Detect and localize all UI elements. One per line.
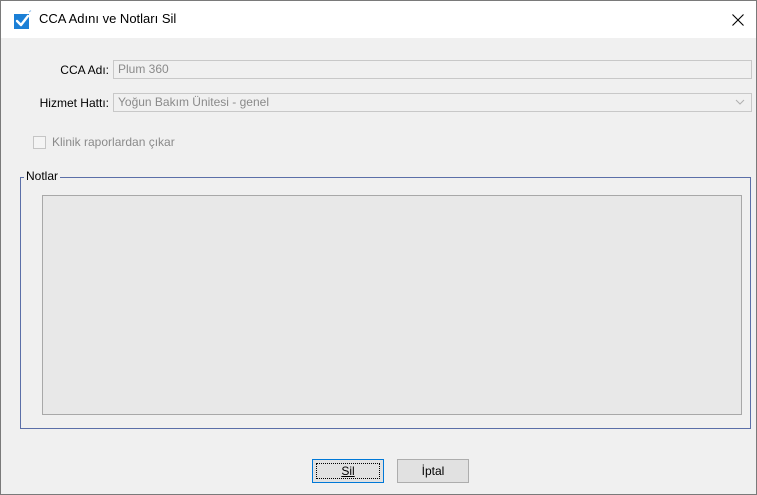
- dialog-window: CCA Adını ve Notları Sil CCA Adı: Plum 3…: [0, 0, 757, 495]
- exclude-reports-label[interactable]: Klinik raporlardan çıkar: [52, 135, 175, 149]
- cca-name-value: Plum 360: [118, 62, 169, 76]
- service-line-select[interactable]: Yoğun Bakım Ünitesi - genel: [113, 93, 752, 112]
- delete-button-label: Sil: [341, 464, 355, 478]
- close-icon: [732, 13, 744, 26]
- cca-name-label: CCA Adı:: [60, 63, 109, 77]
- window-title: CCA Adını ve Notları Sil: [39, 11, 177, 26]
- title-bar[interactable]: CCA Adını ve Notları Sil: [1, 1, 756, 38]
- notes-textarea[interactable]: [42, 195, 742, 415]
- cca-name-field[interactable]: Plum 360: [113, 60, 752, 79]
- cancel-button-label: İptal: [421, 464, 445, 478]
- checkbox-checked-icon: [14, 10, 32, 29]
- cancel-button[interactable]: İptal: [397, 459, 469, 483]
- service-line-label: Hizmet Hattı:: [39, 96, 109, 110]
- delete-button[interactable]: Sil: [312, 459, 384, 483]
- dialog-body: CCA Adı: Plum 360 Hizmet Hattı: Yoğun Ba…: [1, 38, 756, 494]
- exclude-reports-checkbox[interactable]: [33, 136, 46, 149]
- close-button[interactable]: [720, 1, 756, 38]
- service-line-value: Yoğun Bakım Ünitesi - genel: [118, 95, 269, 109]
- notes-group-title: Notlar: [24, 169, 61, 183]
- chevron-down-icon: [735, 99, 745, 105]
